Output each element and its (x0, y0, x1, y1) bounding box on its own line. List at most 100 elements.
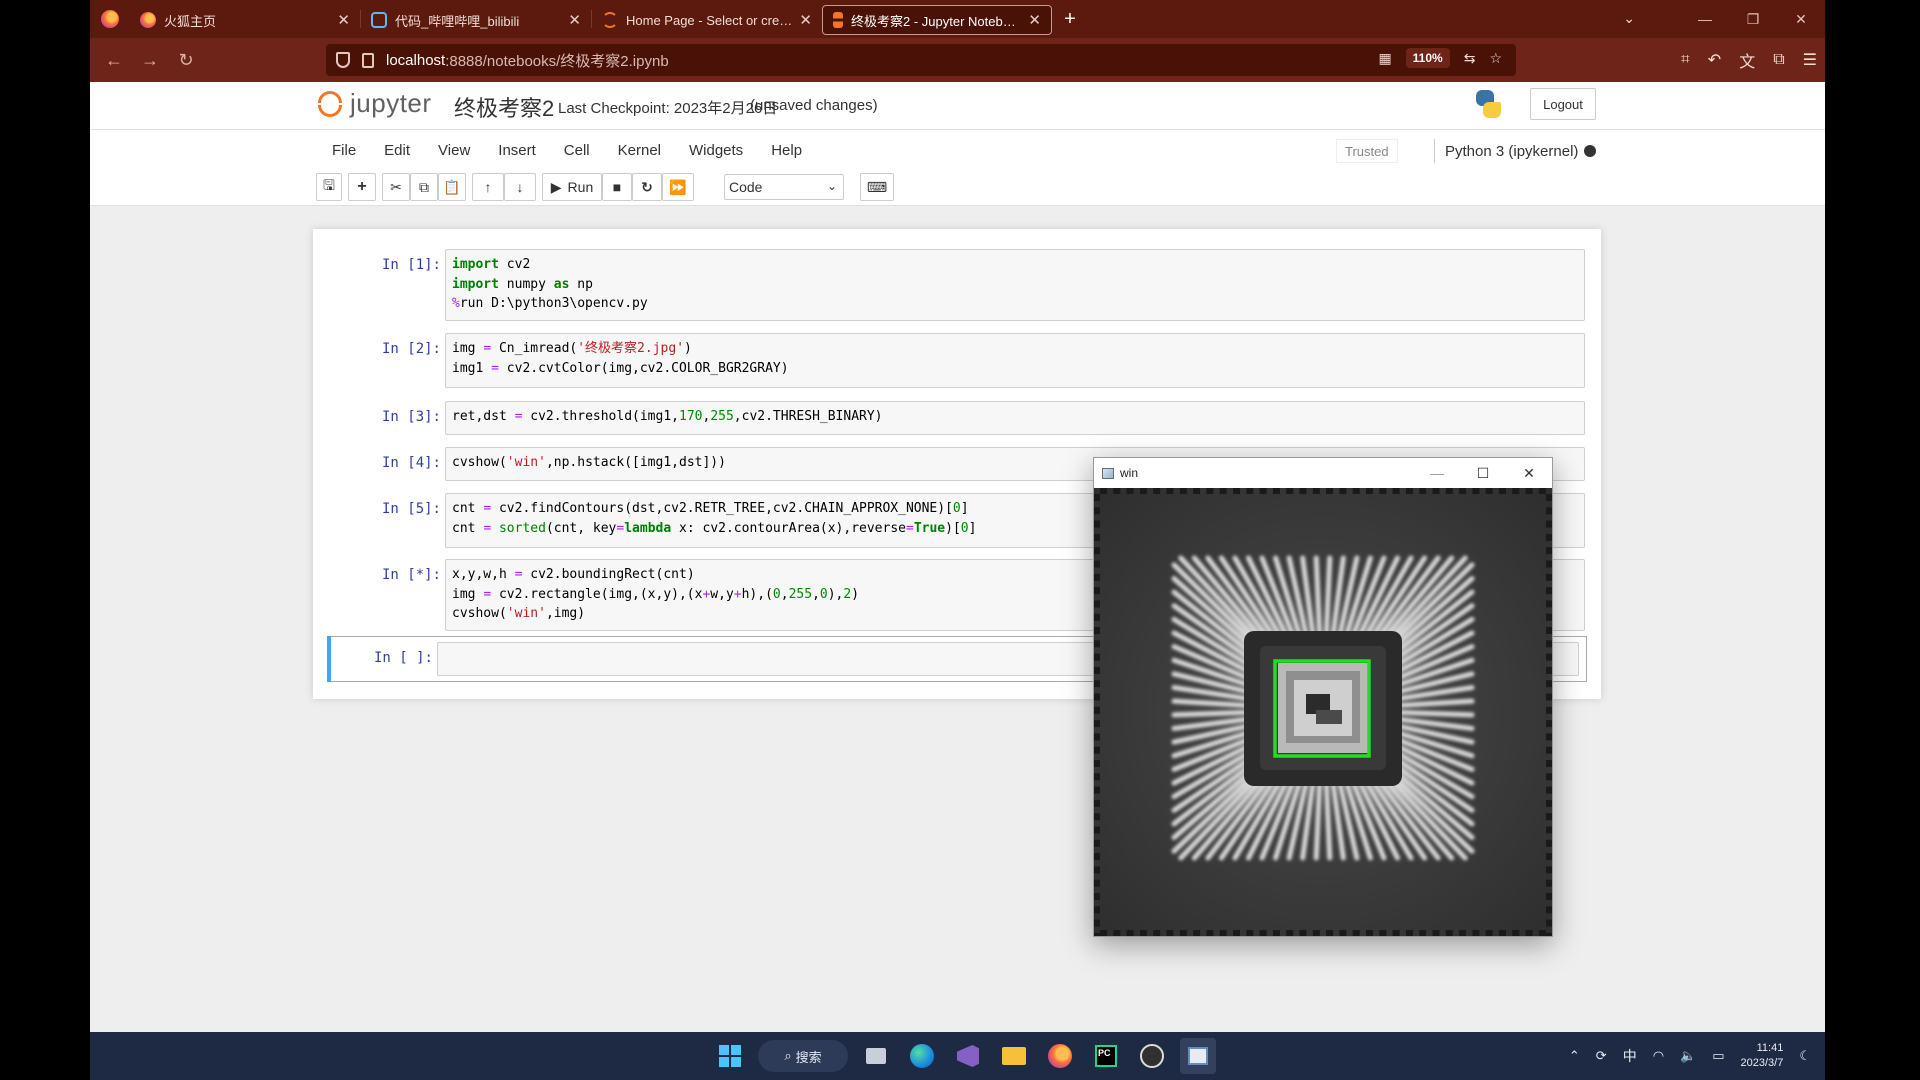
extensions-icon[interactable]: ⧉ (1773, 51, 1784, 69)
qr-code-icon[interactable]: ▦ (1378, 50, 1391, 67)
shield-icon[interactable] (336, 52, 350, 68)
restore-icon[interactable]: ❐ (1729, 11, 1777, 28)
forward-icon[interactable]: → (132, 50, 168, 71)
notebook-title[interactable]: 终极考察2 (454, 91, 554, 123)
edge-pin (1299, 930, 1307, 936)
save-icon[interactable]: 🖫 (316, 173, 342, 201)
address-bar[interactable]: localhost:8888/notebooks/终极考察2.ipynb ▦ 1… (326, 44, 1516, 76)
close-icon[interactable]: ✕ (1028, 11, 1041, 29)
firefox-taskbar-icon[interactable] (1042, 1038, 1078, 1074)
menu-cell[interactable]: Cell (550, 142, 604, 159)
code-cell[interactable]: In [2]: img = Cn_imread('终极考察2.jpg') img… (333, 333, 1585, 388)
paste-icon[interactable]: 📋 (438, 173, 466, 201)
new-tab-button[interactable]: + (1052, 8, 1088, 31)
restart-icon[interactable]: ↻ (632, 173, 662, 201)
translate-icon[interactable]: ⇆ (1464, 50, 1476, 67)
edge-pin (1339, 930, 1347, 936)
edge-pin (1445, 488, 1453, 494)
task-view-icon[interactable] (858, 1038, 894, 1074)
bookmark-star-icon[interactable]: ☆ (1489, 50, 1502, 67)
edge-pin (1193, 930, 1201, 936)
menu-kernel[interactable]: Kernel (604, 142, 675, 159)
maximize-icon[interactable]: ☐ (1460, 465, 1506, 482)
opencv-titlebar[interactable]: win — ☐ ✕ (1094, 458, 1552, 488)
menu-edit[interactable]: Edit (370, 142, 424, 159)
edge-pin (1166, 930, 1174, 936)
insert-cell-icon[interactable]: + (348, 173, 376, 201)
interrupt-icon[interactable]: ■ (602, 173, 632, 201)
menu-view[interactable]: View (424, 142, 484, 159)
logout-button[interactable]: Logout (1530, 88, 1596, 120)
trusted-indicator[interactable]: Trusted (1336, 139, 1398, 163)
screenshot-icon[interactable]: ⌗ (1681, 51, 1690, 69)
pycharm-icon[interactable]: PC (1088, 1038, 1124, 1074)
copy-icon[interactable]: ⧉ (410, 173, 438, 201)
edge-icon[interactable] (904, 1038, 940, 1074)
cut-icon[interactable]: ✂ (382, 173, 410, 201)
clock[interactable]: 11:41 2023/3/7 (1741, 1041, 1784, 1071)
opencv-window-taskbar-icon[interactable] (1180, 1038, 1216, 1074)
volume-icon[interactable]: 🔈 (1680, 1048, 1696, 1064)
tab-firefox-home[interactable]: 火狐主页 ✕ (130, 5, 360, 35)
undo-icon[interactable]: ↶ (1708, 50, 1721, 70)
sync-icon[interactable]: ⟳ (1596, 1048, 1607, 1064)
tab-bilibili[interactable]: 代码_哔哩哔哩_bilibili ✕ (361, 5, 591, 35)
minimize-icon[interactable]: — (1681, 11, 1729, 27)
menu-widgets[interactable]: Widgets (675, 142, 757, 159)
minimize-icon[interactable]: — (1414, 465, 1460, 481)
code-editor[interactable]: img = Cn_imread('终极考察2.jpg') img1 = cv2.… (445, 333, 1585, 388)
back-icon[interactable]: ← (96, 50, 132, 71)
keyboard-icon[interactable]: ⌨ (860, 173, 894, 201)
code-cell[interactable]: In [3]: ret,dst = cv2.threshold(img1,170… (333, 401, 1585, 435)
menu-insert[interactable]: Insert (484, 142, 550, 159)
tray-overflow-icon[interactable]: ⌃ (1569, 1048, 1580, 1064)
run-button[interactable]: ▶ Run (542, 173, 602, 201)
tab-notebook[interactable]: 终极考察2 - Jupyter Notebook ✕ (822, 5, 1052, 35)
search-label: 搜索 (795, 1049, 822, 1065)
obs-icon[interactable] (1134, 1038, 1170, 1074)
reload-icon[interactable]: ↻ (168, 50, 204, 71)
firefox-menu-icon[interactable] (90, 0, 130, 38)
code-editor[interactable]: ret,dst = cv2.threshold(img1,170,255,cv2… (445, 401, 1585, 435)
close-icon[interactable]: ✕ (1506, 465, 1552, 482)
close-icon[interactable]: ✕ (799, 11, 812, 29)
edge-pin (1432, 930, 1440, 936)
menu-file[interactable]: File (318, 142, 370, 159)
close-icon[interactable]: ✕ (568, 11, 581, 29)
wifi-icon[interactable]: ◠ (1653, 1048, 1664, 1064)
cell-type-select[interactable]: Code ⌄ (724, 174, 844, 200)
code-editor[interactable]: import cv2 import numpy as np %run D:\py… (445, 249, 1585, 321)
window-icon (1102, 467, 1114, 479)
start-icon[interactable] (712, 1038, 748, 1074)
menu-icon[interactable]: ☰ (1803, 50, 1817, 70)
ime-indicator[interactable]: 中 (1623, 1046, 1637, 1066)
translate-extension-icon[interactable]: 文 (1739, 48, 1755, 72)
edge-pin (1286, 930, 1294, 936)
zoom-level[interactable]: 110% (1405, 48, 1450, 68)
edge-pin (1546, 893, 1552, 900)
tab-label: 终极考察2 - Jupyter Notebook (851, 13, 1023, 29)
taskbar-search[interactable]: ⌕ 搜索 (758, 1040, 848, 1072)
jupyter-logo[interactable]: jupyter (318, 88, 432, 119)
notification-icon[interactable]: ☾ (1799, 1048, 1811, 1064)
edge-pin (1113, 488, 1121, 494)
kernel-name[interactable]: Python 3 (ipykernel) (1434, 139, 1578, 163)
list-all-tabs-icon[interactable]: ⌄ (1623, 10, 1635, 27)
url-host: localhost (386, 51, 446, 69)
close-icon[interactable]: ✕ (337, 11, 350, 29)
close-window-icon[interactable]: ✕ (1777, 11, 1825, 28)
restart-run-all-icon[interactable]: ⏩ (662, 173, 694, 201)
edge-pin (1546, 666, 1552, 674)
input-prompt: In [4]: (381, 455, 441, 471)
move-down-icon[interactable]: ↓ (504, 173, 536, 201)
file-explorer-icon[interactable] (996, 1038, 1032, 1074)
tab-home-page[interactable]: Home Page - Select or create ✕ (592, 5, 822, 35)
edge-pin (1546, 507, 1552, 515)
move-up-icon[interactable]: ↑ (472, 173, 504, 201)
battery-icon[interactable]: ▭ (1712, 1048, 1724, 1064)
menu-help[interactable]: Help (757, 142, 816, 159)
page-info-icon[interactable] (362, 52, 374, 68)
opencv-window[interactable]: win — ☐ ✕ (1093, 457, 1553, 937)
visual-studio-icon[interactable] (950, 1038, 986, 1074)
code-cell[interactable]: In [1]: import cv2 import numpy as np %r… (333, 249, 1585, 321)
